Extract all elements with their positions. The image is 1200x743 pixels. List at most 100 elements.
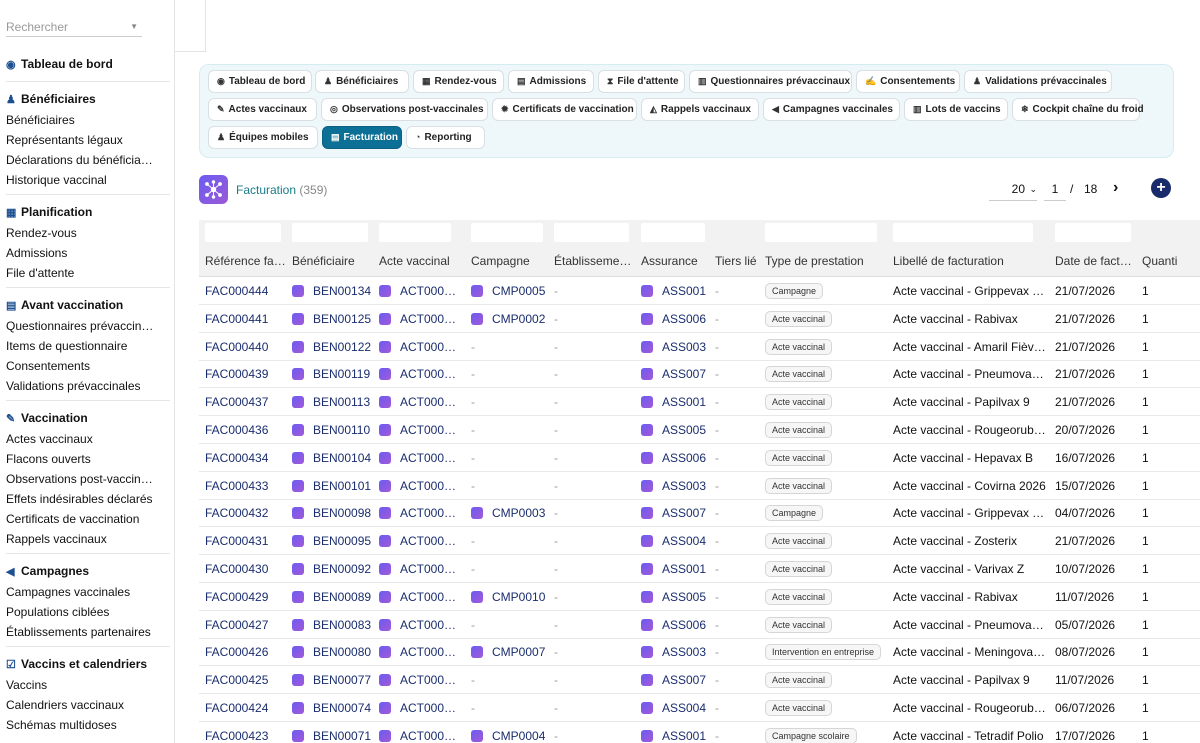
table-row[interactable]: FAC000436 BEN00110 ACT000436- - ASS005- Acte … (199, 416, 1200, 444)
cell-ref[interactable]: FAC000441 (205, 312, 268, 326)
cell-camp[interactable]: CMP0007 (471, 645, 545, 659)
cell-acte[interactable]: ACT000432 (379, 506, 461, 520)
sidebar-item[interactable]: Admissions (6, 246, 156, 260)
table-row[interactable]: FAC000433 BEN00101 ACT000433- - ASS003- Acte … (199, 472, 1200, 500)
cell-acte[interactable]: ACT000425 (379, 673, 461, 687)
cell-ben[interactable]: BEN00134 (292, 284, 371, 298)
cell-camp[interactable]: CMP0003 (471, 506, 545, 520)
column-header[interactable]: Bénéficiaire (292, 254, 355, 268)
tab-certificats-de-vaccination[interactable]: ✹ Certificats de vaccination (492, 98, 637, 121)
cell-ref[interactable]: FAC000440 (205, 340, 268, 354)
tab-campagnes-vaccinales[interactable]: ◀ Campagnes vaccinales (763, 98, 900, 121)
cell-ben[interactable]: BEN00101 (292, 479, 371, 493)
cell-acte[interactable]: ACT000426 (379, 645, 461, 659)
table-row[interactable]: FAC000429 BEN00089 ACT000429 CMP0010- ASS005… (199, 583, 1200, 611)
tab-rendez-vous[interactable]: ▦ Rendez-vous (413, 70, 504, 93)
cell-camp[interactable]: CMP0010 (471, 590, 545, 604)
column-header[interactable]: Campagne (471, 254, 530, 268)
sidebar-section-0[interactable]: ♟ Bénéficiaires (6, 92, 96, 106)
tab-tableau-de-bord[interactable]: ◉ Tableau de bord (208, 70, 312, 93)
sidebar-section-4[interactable]: ◀ Campagnes (6, 564, 89, 578)
cell-ass[interactable]: ASS003 (641, 479, 706, 493)
sidebar-item[interactable]: Certificats de vaccination (6, 512, 156, 526)
cell-ass[interactable]: ASS001 (641, 395, 706, 409)
column-header[interactable]: Type de prestation (765, 254, 864, 268)
cell-ref[interactable]: FAC000430 (205, 562, 268, 576)
sidebar-item-dashboard[interactable]: ◉ Tableau de bord (6, 57, 113, 71)
tab-observations-post-vaccinales[interactable]: ◎ Observations post-vaccinales (321, 98, 488, 121)
cell-ref[interactable]: FAC000437 (205, 395, 268, 409)
column-filter-input[interactable] (1055, 223, 1131, 242)
sidebar-section-1[interactable]: ▦ Planification (6, 205, 92, 219)
cell-ben[interactable]: BEN00119 (292, 367, 370, 381)
cell-ass[interactable]: ASS005 (641, 423, 706, 437)
tab-reporting[interactable]: ◔ Reporting (406, 126, 485, 149)
cell-acte[interactable]: ACT000441 (379, 312, 461, 326)
column-header[interactable]: Référence fa… (205, 254, 286, 268)
column-filter-input[interactable] (765, 223, 877, 242)
table-row[interactable]: FAC000430 BEN00092 ACT000430- - ASS001- Acte … (199, 555, 1200, 583)
cell-ben[interactable]: BEN00095 (292, 534, 371, 548)
sidebar-section-2[interactable]: ▤ Avant vaccination (6, 298, 123, 312)
tab-b-n-ficiaires[interactable]: ♟ Bénéficiaires (315, 70, 409, 93)
cell-ass[interactable]: ASS006 (641, 451, 706, 465)
cell-acte[interactable]: ACT000430 (379, 562, 461, 576)
column-filter-input[interactable] (893, 223, 1033, 242)
column-header[interactable]: Établisseme… (554, 254, 631, 268)
sidebar-item[interactable]: Actes vaccinaux (6, 432, 156, 446)
cell-ref[interactable]: FAC000424 (205, 701, 268, 715)
cell-ass[interactable]: ASS006 (641, 618, 706, 632)
cell-ben[interactable]: BEN00080 (292, 645, 371, 659)
cell-ref[interactable]: FAC000436 (205, 423, 268, 437)
tab-validations-pr-vaccinales[interactable]: ♟ Validations prévaccinales (964, 70, 1112, 93)
column-filter-input[interactable] (641, 223, 705, 242)
cell-ref[interactable]: FAC000431 (205, 534, 268, 548)
cell-ben[interactable]: BEN00125 (292, 312, 371, 326)
cell-acte[interactable]: ACT000439 (379, 367, 461, 381)
column-filter-input[interactable] (379, 223, 451, 242)
chevron-down-icon[interactable]: ▼ (130, 17, 138, 37)
column-header[interactable]: Acte vaccinal (379, 254, 450, 268)
cell-ass[interactable]: ASS001 (641, 284, 706, 298)
cell-ref[interactable]: FAC000439 (205, 367, 268, 381)
cell-ass[interactable]: ASS001 (641, 729, 706, 743)
cell-acte[interactable]: ACT000427 (379, 618, 461, 632)
column-header[interactable]: Tiers lié (715, 254, 757, 268)
cell-ref[interactable]: FAC000433 (205, 479, 268, 493)
sidebar-item[interactable]: Questionnaires prévaccin… (6, 319, 156, 333)
table-row[interactable]: FAC000440 BEN00122 ACT000440- - ASS003- Acte … (199, 333, 1200, 361)
cell-acte[interactable]: ACT000444 (379, 284, 461, 298)
column-header[interactable]: Quanti (1142, 254, 1177, 268)
sidebar-item[interactable]: File d'attente (6, 266, 156, 280)
column-header[interactable]: Libellé de facturation (893, 254, 1004, 268)
tab-lots-de-vaccins[interactable]: ▥ Lots de vaccins (904, 98, 1008, 121)
table-row[interactable]: FAC000441 BEN00125 ACT000441 CMP0002- ASS006… (199, 305, 1200, 333)
cell-ass[interactable]: ASS007 (641, 673, 706, 687)
tab-cockpit-cha-ne-du-froid[interactable]: ❄ Cockpit chaîne du froid (1012, 98, 1144, 121)
cell-acte[interactable]: ACT000434 (379, 451, 461, 465)
column-header[interactable]: Assurance (641, 254, 698, 268)
cell-ass[interactable]: ASS003 (641, 645, 706, 659)
cell-ben[interactable]: BEN00083 (292, 618, 371, 632)
search-input[interactable]: Rechercher ▼ (6, 17, 142, 37)
sidebar-section-3[interactable]: ✎ Vaccination (6, 411, 88, 425)
table-row[interactable]: FAC000426 BEN00080 ACT000426 CMP0007- ASS003… (199, 638, 1200, 667)
tab-consentements[interactable]: ✍ Consentements (856, 70, 960, 93)
tab-questionnaires-pr-vaccinaux[interactable]: ▥ Questionnaires prévaccinaux (689, 70, 852, 93)
cell-ass[interactable]: ASS007 (641, 506, 706, 520)
current-page-input[interactable]: 1 (1044, 179, 1066, 201)
tab-actes-vaccinaux[interactable]: ✎ Actes vaccinaux (208, 98, 317, 121)
cell-ben[interactable]: BEN00110 (292, 423, 370, 437)
per-page-select[interactable]: 20 ⌄ (989, 179, 1037, 201)
table-row[interactable]: FAC000439 BEN00119 ACT000439- - ASS007- Acte … (199, 360, 1200, 389)
table-row[interactable]: FAC000444 BEN00134 ACT000444 CMP0005- ASS001… (199, 277, 1200, 305)
cell-ref[interactable]: FAC000432 (205, 506, 268, 520)
sidebar-item[interactable]: Validations prévaccinales (6, 379, 156, 393)
table-row[interactable]: FAC000424 BEN00074 ACT000424- - ASS004- Acte … (199, 694, 1200, 722)
cell-acte[interactable]: ACT000429 (379, 590, 461, 604)
sidebar-item[interactable]: Rappels vaccinaux (6, 532, 156, 546)
cell-acte[interactable]: ACT000424 (379, 701, 461, 715)
cell-ben[interactable]: BEN00089 (292, 590, 371, 604)
cell-acte[interactable]: ACT000431 (379, 534, 461, 548)
table-row[interactable]: FAC000432 BEN00098 ACT000432 CMP0003- ASS007… (199, 499, 1200, 528)
